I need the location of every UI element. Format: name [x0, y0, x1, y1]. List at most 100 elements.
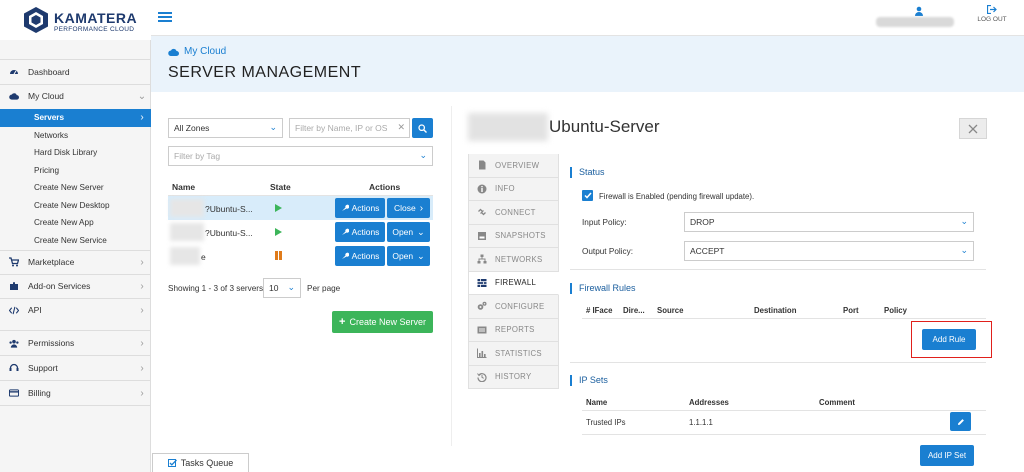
server-name: ?Ubuntu-S... — [205, 204, 253, 214]
actions-button[interactable]: Actions — [335, 222, 385, 242]
sidebar-item-api[interactable]: API › — [0, 298, 151, 322]
tab-configure[interactable]: CONFIGURE — [468, 295, 559, 319]
server-filter-input[interactable]: Filter by Name, IP or OS ✕ — [289, 118, 410, 138]
page-title: SERVER MANAGEMENT — [168, 64, 362, 81]
close-panel-button[interactable] — [959, 118, 987, 139]
table-row[interactable]: ?Ubuntu-S... Actions Open ⌄ — [168, 220, 433, 244]
breadcrumb[interactable]: My Cloud — [168, 46, 226, 57]
zone-select-value: All Zones — [174, 123, 210, 133]
sidebar-subitem-label: Create New Desktop — [34, 200, 110, 210]
brand-name: KAMATERA — [54, 10, 138, 26]
tab-info[interactable]: INFO — [468, 177, 559, 201]
open-row-button[interactable]: Open ⌄ — [387, 222, 430, 242]
table-row[interactable]: e Actions Open ⌄ — [168, 244, 433, 268]
sidebar-subitem-create-new-desktop[interactable]: Create New Desktop — [0, 197, 151, 215]
per-page-label: Per page — [307, 284, 341, 293]
sidebar-item-billing[interactable]: Billing › — [0, 381, 151, 405]
headset-icon — [9, 363, 19, 373]
chevron-down-icon: ⌄ — [960, 245, 968, 255]
open-row-button[interactable]: Open ⌄ — [387, 246, 430, 266]
input-policy-select[interactable]: DROP ⌄ — [684, 212, 974, 232]
dashboard-icon — [9, 67, 19, 77]
tab-statistics[interactable]: STATISTICS — [468, 342, 559, 366]
sidebar-item-permissions[interactable]: Permissions › — [0, 331, 151, 355]
actions-button[interactable]: Actions — [335, 246, 385, 266]
logout-label: LOG OUT — [977, 16, 1007, 23]
toggle-button-label: Close — [393, 203, 416, 213]
sidebar-subitem-hard-disk-library[interactable]: Hard Disk Library — [0, 144, 151, 162]
chevron-right-icon: › — [140, 304, 144, 316]
tab-history[interactable]: HISTORY — [468, 365, 559, 389]
sidebar-subitem-create-new-app[interactable]: Create New App — [0, 214, 151, 232]
close-row-button[interactable]: Close › — [387, 198, 430, 218]
zone-select[interactable]: All Zones ⌄ — [168, 118, 283, 138]
logout-button[interactable]: LOG OUT — [972, 5, 1012, 31]
sidebar-item-add-on-services[interactable]: Add-on Services › — [0, 274, 151, 298]
ip-sets-section-title: IP Sets — [570, 375, 608, 386]
sidebar-item-dashboard[interactable]: Dashboard — [0, 60, 151, 84]
sidebar-item-marketplace[interactable]: Marketplace › — [0, 250, 151, 274]
user-icon[interactable] — [914, 6, 924, 16]
chevron-right-icon: › — [140, 280, 144, 292]
chevron-down-icon: ⌄ — [960, 216, 968, 226]
wrench-icon — [341, 252, 349, 259]
cart-icon — [9, 257, 19, 267]
edit-ipset-button[interactable] — [950, 412, 971, 431]
tab-snapshots[interactable]: SNAPSHOTS — [468, 224, 559, 248]
firewall-enabled-label: Firewall is Enabled (pending firewall up… — [599, 192, 755, 201]
sidebar-item-my-cloud[interactable]: My Cloud ⌄ — [0, 84, 151, 108]
sidebar-item-label: Dashboard — [28, 67, 70, 77]
brand-logo[interactable]: KAMATERA PERFORMANCE CLOUD — [0, 0, 151, 40]
chevron-right-icon: › — [140, 387, 144, 399]
wrench-icon — [341, 228, 349, 235]
clear-icon[interactable]: ✕ — [397, 122, 405, 133]
sidebar-subitem-create-new-service[interactable]: Create New Service — [0, 232, 151, 250]
table-row[interactable]: ?Ubuntu-S... Actions Close › — [168, 196, 433, 220]
sidebar-item-support[interactable]: Support › — [0, 356, 151, 380]
column-header-state: State — [270, 182, 291, 192]
add-rule-button[interactable]: Add Rule — [922, 329, 976, 350]
firewall-enabled-checkbox[interactable] — [582, 190, 593, 201]
chevron-right-icon: › — [140, 337, 144, 349]
per-page-select[interactable]: 10 ⌄ — [263, 278, 301, 298]
tab-label: FIREWALL — [495, 278, 537, 288]
tab-overview[interactable]: OVERVIEW — [468, 154, 559, 178]
snapshot-icon — [478, 231, 486, 240]
search-button[interactable] — [412, 118, 433, 138]
actions-button[interactable]: Actions — [335, 198, 385, 218]
server-name-redacted — [170, 223, 204, 241]
user-name-redacted[interactable] — [876, 17, 954, 27]
output-policy-label: Output Policy: — [582, 247, 633, 256]
tab-networks[interactable]: NETWORKS — [468, 248, 559, 272]
breadcrumb-label: My Cloud — [184, 46, 227, 57]
rules-column-port: Port — [843, 306, 859, 315]
output-policy-select[interactable]: ACCEPT ⌄ — [684, 241, 974, 261]
sidebar-item-label: Marketplace — [28, 257, 75, 267]
wrench-icon — [341, 204, 349, 211]
tab-reports[interactable]: REPORTS — [468, 318, 559, 342]
sidebar-item-label: Support — [28, 363, 58, 373]
chevron-right-icon: › — [419, 202, 424, 214]
sidebar-subitem-networks[interactable]: Networks — [0, 127, 151, 145]
tasks-queue-tab[interactable]: Tasks Queue — [152, 453, 249, 472]
search-icon — [418, 123, 427, 133]
tab-label: CONFIGURE — [495, 301, 545, 311]
tag-filter-select[interactable]: Filter by Tag ⌄ — [168, 146, 433, 166]
rules-column-source: Source — [657, 306, 684, 315]
document-icon — [479, 160, 486, 170]
add-ip-set-button[interactable]: Add IP Set — [920, 445, 974, 466]
sidebar-subitem-create-new-server[interactable]: Create New Server — [0, 179, 151, 197]
create-new-server-button[interactable]: + Create New Server — [332, 311, 433, 333]
divider — [570, 269, 986, 270]
sidebar-subitem-pricing[interactable]: Pricing — [0, 162, 151, 180]
ipsets-column-addresses: Addresses — [689, 398, 729, 407]
server-filter-placeholder: Filter by Name, IP or OS — [295, 123, 388, 133]
sidebar-subitem-servers[interactable]: Servers › — [0, 109, 151, 127]
tab-label: REPORTS — [495, 325, 535, 335]
tab-connect[interactable]: CONNECT — [468, 201, 559, 225]
logout-icon — [987, 5, 997, 14]
tab-label: INFO — [495, 184, 515, 194]
hamburger-menu-icon[interactable] — [158, 11, 172, 23]
tab-firewall[interactable]: FIREWALL — [468, 271, 559, 295]
sidebar-subitem-label: Pricing — [34, 165, 60, 175]
